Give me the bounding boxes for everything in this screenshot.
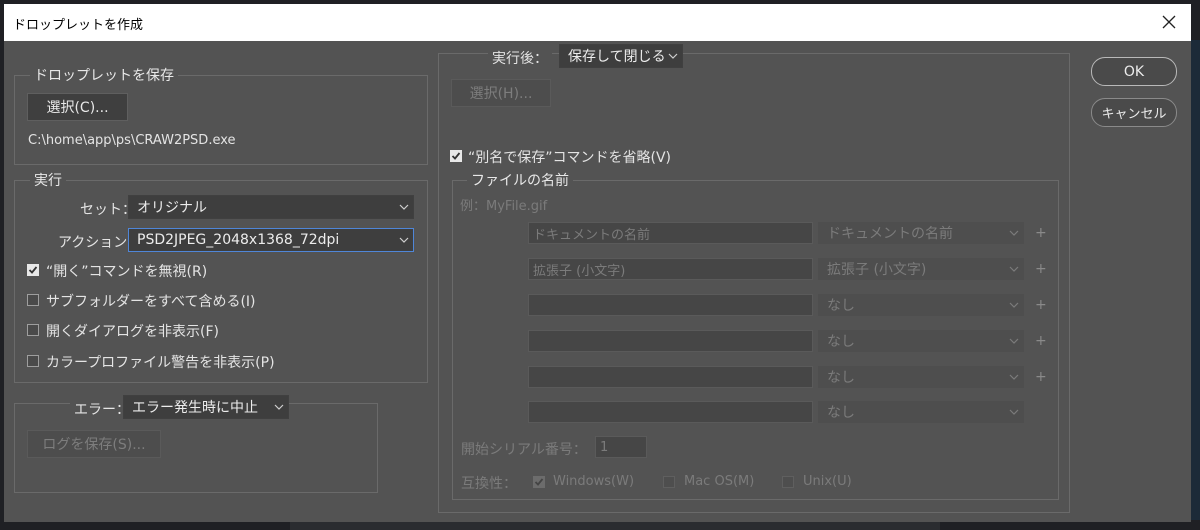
- choose-droplet-button[interactable]: 選択(C)...: [27, 93, 128, 121]
- errors-select-value: エラー発生時に中止: [132, 400, 258, 416]
- macos-compat-checkbox[interactable]: [663, 476, 675, 488]
- chevron-down-icon: [1009, 302, 1019, 308]
- save-log-button[interactable]: ログを保存(S)...: [27, 430, 161, 458]
- windows-compat-label: Windows(W): [553, 474, 635, 489]
- naming-select-5[interactable]: なし: [818, 366, 1024, 388]
- cancel-button[interactable]: キャンセル: [1091, 98, 1177, 127]
- naming-text-3[interactable]: [528, 294, 813, 316]
- unix-compat-checkbox[interactable]: [782, 476, 794, 488]
- add-row-icon[interactable]: +: [1035, 369, 1047, 385]
- checkmark-icon: [451, 152, 461, 160]
- chevron-down-icon: [399, 204, 409, 210]
- naming-select-6[interactable]: なし: [818, 401, 1024, 423]
- chevron-down-icon: [1009, 230, 1019, 236]
- naming-select-1-value: ドキュメントの名前: [827, 226, 953, 242]
- override-open-checkbox[interactable]: [27, 264, 39, 276]
- naming-text-5[interactable]: [528, 366, 813, 388]
- chevron-down-icon: [1009, 374, 1019, 380]
- destination-select-value: 保存して閉じる: [568, 49, 666, 65]
- chevron-down-icon: [274, 404, 284, 410]
- set-select-value: オリジナル: [137, 200, 207, 216]
- suppress-open-dialogs-label: 開くダイアログを非表示(F): [46, 324, 219, 340]
- naming-select-3-value: なし: [827, 298, 855, 314]
- destination-select[interactable]: 保存して閉じる: [559, 44, 683, 68]
- add-row-icon[interactable]: +: [1035, 333, 1047, 349]
- starting-serial-label: 開始シリアル番号：: [461, 442, 587, 458]
- close-icon: [1162, 15, 1176, 29]
- create-droplet-dialog: ドロップレットを作成 OK キャンセル ドロップレットを保存 選択(C)... …: [4, 4, 1191, 522]
- checkmark-icon: [534, 478, 544, 486]
- dialog-title: ドロップレットを作成: [13, 18, 144, 33]
- choose-destination-button[interactable]: 選択(H)...: [451, 79, 551, 107]
- chevron-down-icon: [1009, 266, 1019, 272]
- naming-text-1[interactable]: ドキュメントの名前: [528, 222, 813, 244]
- naming-select-2[interactable]: 拡張子 (小文字): [818, 258, 1024, 280]
- set-select[interactable]: オリジナル: [128, 195, 414, 219]
- suppress-open-dialogs-checkbox[interactable]: [27, 324, 39, 336]
- override-open-label: “開く”コマンドを無視(R): [46, 264, 208, 280]
- compatibility-label: 互換性：: [461, 476, 517, 492]
- action-select[interactable]: PSD2JPEG_2048x1368_72dpi: [128, 228, 414, 252]
- suppress-color-warnings-label: カラープロファイル警告を非表示(P): [46, 355, 275, 371]
- file-naming-example: 例：MyFile.gif: [460, 199, 548, 214]
- ok-button[interactable]: OK: [1091, 57, 1177, 86]
- include-subfolders-label: サブフォルダーをすべて含める(I): [46, 294, 256, 310]
- suppress-color-warnings-checkbox[interactable]: [27, 355, 39, 367]
- starting-serial-input[interactable]: 1: [595, 436, 647, 458]
- naming-select-2-value: 拡張子 (小文字): [827, 262, 927, 278]
- naming-select-4-value: なし: [827, 334, 855, 350]
- naming-select-4[interactable]: なし: [818, 330, 1024, 352]
- action-select-value: PSD2JPEG_2048x1368_72dpi: [137, 232, 340, 248]
- naming-select-6-value: なし: [827, 405, 855, 421]
- chevron-down-icon: [668, 53, 678, 59]
- file-naming-legend: ファイルの名前: [467, 170, 573, 190]
- macos-compat-label: Mac OS(M): [684, 474, 755, 489]
- windows-compat-checkbox[interactable]: [533, 476, 545, 488]
- add-row-icon[interactable]: +: [1035, 225, 1047, 241]
- include-subfolders-checkbox[interactable]: [27, 294, 39, 306]
- checkmark-icon: [28, 266, 38, 274]
- chevron-down-icon: [1009, 338, 1019, 344]
- destination-label: 実行後：: [488, 48, 552, 68]
- add-row-icon[interactable]: +: [1035, 297, 1047, 313]
- unix-compat-label: Unix(U): [803, 474, 852, 489]
- play-legend: 実行: [30, 170, 66, 190]
- errors-select[interactable]: エラー発生時に中止: [123, 395, 289, 419]
- close-button[interactable]: [1155, 9, 1183, 35]
- naming-text-6[interactable]: [528, 401, 813, 423]
- droplet-path: C:\home\app\ps\CRAW2PSD.exe: [28, 133, 236, 148]
- save-droplet-legend: ドロップレットを保存: [30, 65, 178, 85]
- override-save-as-checkbox[interactable]: [450, 150, 462, 162]
- override-save-as-label: “別名で保存”コマンドを省略(V): [468, 150, 672, 166]
- chevron-down-icon: [1009, 409, 1019, 415]
- add-row-icon[interactable]: +: [1035, 261, 1047, 277]
- background-app-right: [1191, 40, 1200, 520]
- naming-select-5-value: なし: [827, 370, 855, 386]
- title-bar: ドロップレットを作成: [4, 4, 1191, 41]
- naming-select-1[interactable]: ドキュメントの名前: [818, 222, 1024, 244]
- chevron-down-icon: [399, 237, 409, 243]
- naming-text-4[interactable]: [528, 330, 813, 352]
- naming-select-3[interactable]: なし: [818, 294, 1024, 316]
- naming-text-2[interactable]: 拡張子 (小文字): [528, 258, 813, 280]
